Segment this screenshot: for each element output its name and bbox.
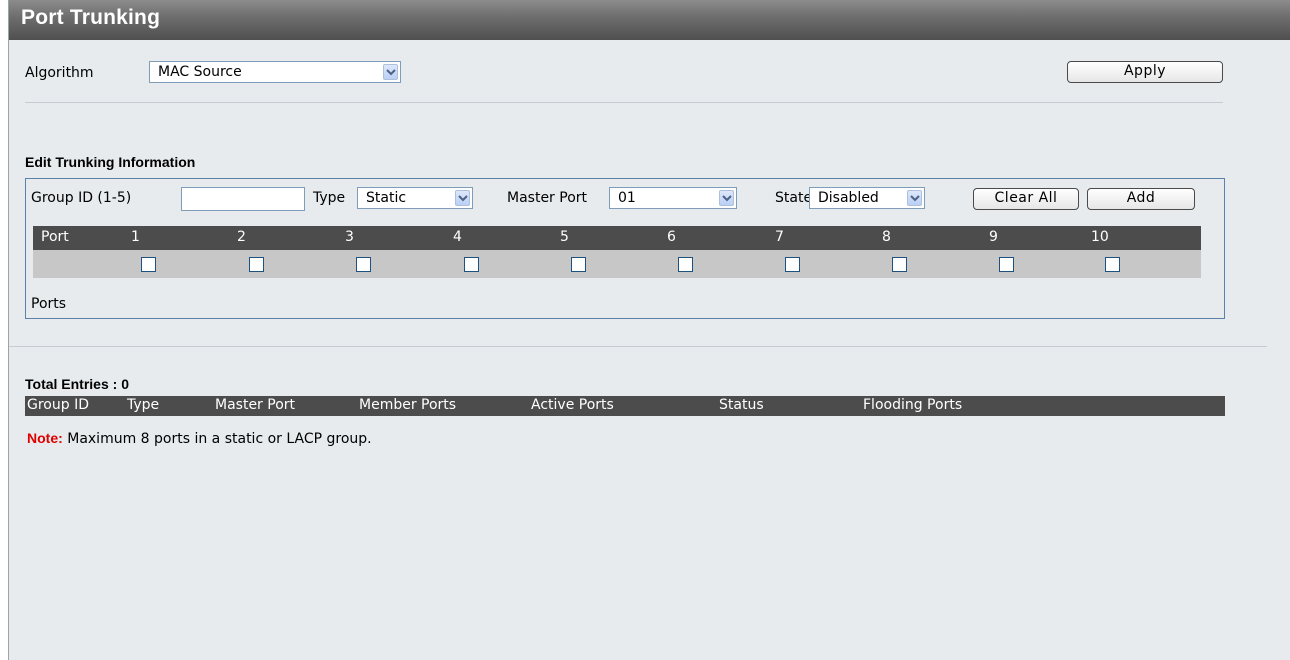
port-checkbox-6[interactable] [678, 257, 693, 272]
group-id-input[interactable] [181, 187, 305, 211]
port-checkbox-3[interactable] [356, 257, 371, 272]
column-header: Type [127, 397, 160, 413]
column-header: Status [719, 397, 764, 413]
master-port-select[interactable]: 01 [609, 187, 737, 209]
note-text: Maximum 8 ports in a static or LACP grou… [67, 431, 372, 447]
port-checkbox-2[interactable] [249, 257, 264, 272]
master-port-label: Master Port [507, 190, 588, 206]
port-checkbox-row [33, 250, 1201, 278]
column-header: Flooding Ports [863, 397, 963, 413]
state-select-value: Disabled [818, 190, 879, 206]
chevron-down-icon [383, 64, 398, 80]
algorithm-select[interactable]: MAC Source [149, 61, 401, 83]
entries-table-header: Group ID Type Master Port Member Ports A… [25, 396, 1225, 416]
type-label: Type [313, 190, 346, 206]
port-number: 1 [131, 229, 140, 245]
page-title: Port Trunking [21, 6, 161, 29]
port-checkbox-9[interactable] [999, 257, 1014, 272]
port-trunking-panel: Port Trunking Algorithm MAC Source Apply… [8, 0, 1290, 660]
port-checkbox-5[interactable] [571, 257, 586, 272]
port-header-label: Port [41, 229, 69, 245]
algorithm-label: Algorithm [25, 65, 94, 81]
port-number: 7 [775, 229, 784, 245]
type-select[interactable]: Static [357, 187, 473, 209]
total-entries: Total Entries : 0 [25, 376, 129, 392]
chevron-down-icon [719, 190, 734, 206]
type-select-value: Static [366, 190, 407, 206]
port-number: 4 [453, 229, 462, 245]
port-number: 3 [345, 229, 354, 245]
column-header: Member Ports [359, 397, 457, 413]
port-checkbox-1[interactable] [141, 257, 156, 272]
port-number: 9 [989, 229, 998, 245]
group-id-label: Group ID (1-5) [31, 190, 132, 206]
port-header-row: Port 1 2 3 4 5 6 7 8 9 10 [33, 226, 1201, 250]
chevron-down-icon [907, 190, 922, 206]
port-number: 5 [560, 229, 569, 245]
port-number: 2 [237, 229, 246, 245]
port-checkbox-10[interactable] [1105, 257, 1120, 272]
divider [9, 346, 1267, 347]
note-label: Note: [27, 430, 63, 446]
note: Note: Maximum 8 ports in a static or LAC… [27, 430, 372, 447]
port-checkbox-4[interactable] [464, 257, 479, 272]
add-button[interactable]: Add [1087, 188, 1195, 210]
apply-button[interactable]: Apply [1067, 61, 1223, 83]
master-port-select-value: 01 [618, 190, 636, 206]
algorithm-select-value: MAC Source [158, 64, 242, 80]
state-select[interactable]: Disabled [809, 187, 925, 209]
state-label: State [775, 190, 813, 206]
port-number: 6 [667, 229, 676, 245]
chevron-down-icon [455, 190, 470, 206]
column-header: Master Port [215, 397, 296, 413]
port-number: 10 [1091, 229, 1109, 245]
column-header: Group ID [27, 397, 89, 413]
title-bar: Port Trunking [9, 0, 1290, 40]
divider [25, 102, 1223, 103]
port-checkbox-7[interactable] [785, 257, 800, 272]
ports-label: Ports [31, 296, 67, 312]
section-heading: Edit Trunking Information [25, 154, 196, 170]
column-header: Active Ports [531, 397, 614, 413]
port-number: 8 [882, 229, 891, 245]
clear-all-button[interactable]: Clear All [973, 188, 1079, 210]
port-checkbox-8[interactable] [892, 257, 907, 272]
